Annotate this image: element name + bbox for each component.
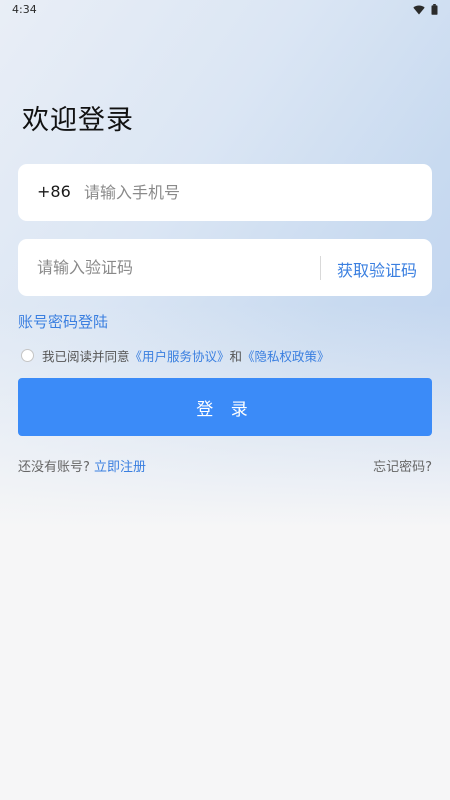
status-icons	[413, 4, 438, 15]
register-link[interactable]: 立即注册	[94, 460, 146, 475]
battery-icon	[431, 4, 438, 15]
register-prompt: 还没有账号?	[18, 460, 90, 475]
agreement-row: 我已阅读并同意 《用户服务协议》 和 《隐私权政策》	[21, 346, 330, 365]
agreement-conjunction: 和	[229, 349, 243, 364]
code-field-card: 获取验证码	[18, 239, 432, 296]
country-code[interactable]: +86	[37, 182, 71, 201]
password-login-link[interactable]: 账号密码登陆	[18, 311, 108, 332]
status-bar: 4:34	[0, 0, 450, 22]
privacy-policy-link[interactable]: 《隐私权政策》	[242, 346, 330, 365]
agree-checkbox[interactable]	[21, 349, 34, 362]
verification-code-input[interactable]	[37, 239, 317, 296]
phone-field-card: +86	[18, 164, 432, 221]
agreement-prefix: 我已阅读并同意	[42, 349, 130, 364]
page-title: 欢迎登录	[22, 105, 134, 136]
phone-input[interactable]	[84, 164, 404, 221]
forgot-password-link[interactable]: 忘记密码?	[373, 456, 432, 475]
login-button[interactable]: 登 录	[18, 378, 432, 436]
wifi-icon	[413, 5, 425, 15]
register-row: 还没有账号? 立即注册	[18, 456, 146, 475]
status-time: 4:34	[12, 3, 37, 16]
code-divider	[320, 256, 321, 280]
get-code-button[interactable]: 获取验证码	[337, 257, 417, 281]
login-screen: 4:34 欢迎登录 +86 获取验证码 账号密码登陆 我已阅读并同意 《用户服务…	[0, 0, 450, 800]
user-agreement-link[interactable]: 《用户服务协议》	[130, 346, 230, 365]
